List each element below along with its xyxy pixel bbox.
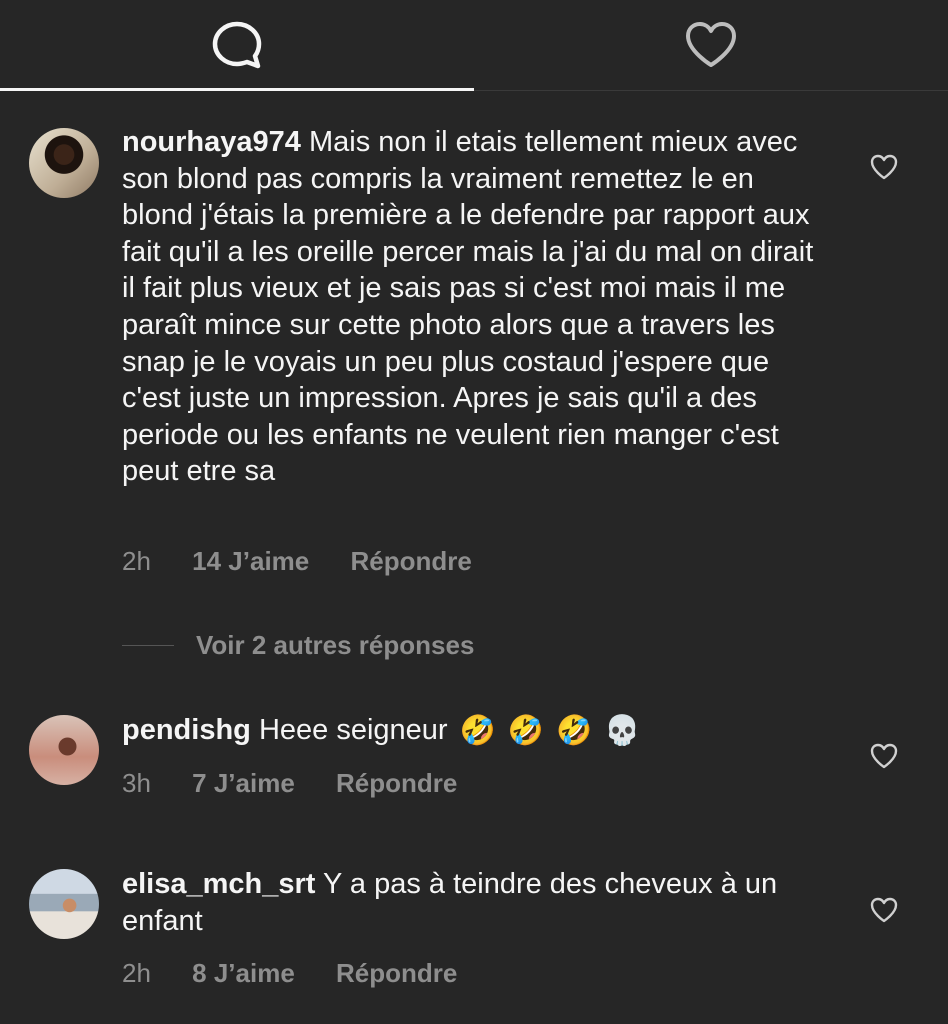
reply-button[interactable]: Répondre [336,768,457,798]
comment-time: 2h [122,958,151,988]
view-replies-button[interactable]: Voir 2 autres réponses [122,630,474,661]
heart-icon [684,21,738,69]
like-heart-icon[interactable] [869,742,899,770]
comment-meta: 2h 8 J’aime Répondre [122,958,491,989]
comment-time: 2h [122,546,151,576]
comment-username[interactable]: pendishg [122,714,251,746]
avatar[interactable] [29,128,99,198]
comment-meta: 2h 14 J’aime Répondre [122,546,506,577]
comment-time: 3h [122,768,151,798]
like-heart-icon[interactable] [869,153,899,181]
like-heart-icon[interactable] [869,896,899,924]
comment-text-block: pendishg Heee seigneur 🤣 🤣 🤣 💀 [122,712,822,750]
view-replies-label: Voir 2 autres réponses [196,630,475,660]
avatar[interactable] [29,715,99,785]
tab-bar [0,0,948,91]
tab-comments[interactable] [0,0,474,90]
active-tab-indicator [0,88,474,91]
comment-body: Heee seigneur [258,714,448,746]
comment-bubble-icon [211,20,263,70]
comment-likes[interactable]: 8 J’aime [192,958,295,988]
comment-username[interactable]: elisa_mch_srt [122,868,315,900]
reply-button[interactable]: Répondre [336,958,457,988]
comment-likes[interactable]: 7 J’aime [192,768,295,798]
reply-button[interactable]: Répondre [350,546,471,576]
comment-meta: 3h 7 J’aime Répondre [122,768,491,799]
emoji-rofl: 🤣 [507,715,544,748]
emoji-skull: 💀 [604,715,641,748]
emoji-rofl: 🤣 [459,715,496,748]
comment-text-block: nourhaya974 Mais non il etais tellement … [122,124,822,490]
avatar[interactable] [29,869,99,939]
tab-likes[interactable] [474,0,948,90]
comment-likes[interactable]: 14 J’aime [192,546,309,576]
divider [122,645,174,646]
comment-body: Mais non il etais tellement mieux avec s… [122,126,814,488]
comment-text-block: elisa_mch_srt Y a pas à teindre des chev… [122,866,822,939]
emoji-rofl: 🤣 [556,715,593,748]
comment-username[interactable]: nourhaya974 [122,126,301,158]
